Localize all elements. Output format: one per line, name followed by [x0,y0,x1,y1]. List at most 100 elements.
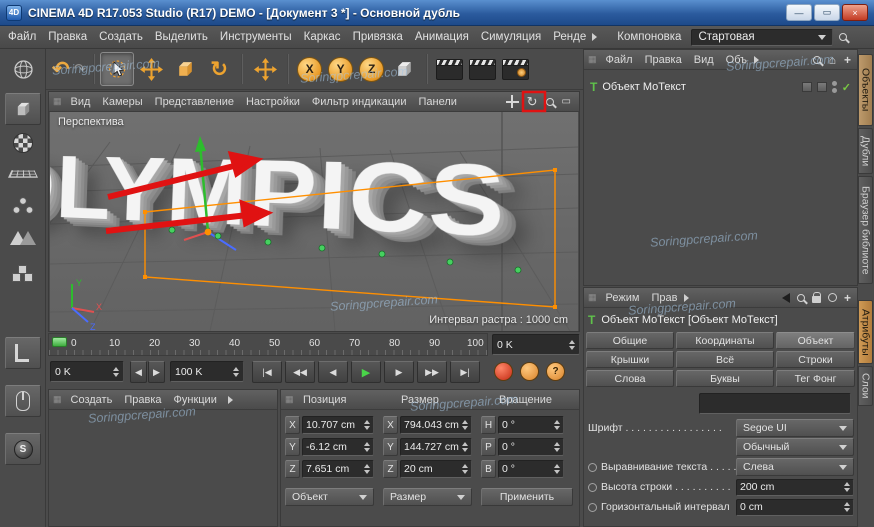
history-back-icon[interactable] [782,293,790,303]
om-menu-file[interactable]: Файл [601,54,638,66]
step-forward-button[interactable]: ▶ [148,361,165,383]
spinner-arrows-icon[interactable] [361,420,370,430]
text-input[interactable] [699,393,851,414]
align-select[interactable]: Слева [736,458,854,476]
model-mode-button[interactable] [0,93,46,125]
spinner-arrows-icon[interactable] [841,502,850,512]
menu-edit[interactable]: Правка [42,31,93,43]
visibility-dots-icon[interactable] [832,81,837,93]
spinner-arrows-icon[interactable] [551,442,560,452]
tab-coordinates[interactable]: Координаты [676,332,774,349]
step-back-button[interactable]: ◀ [130,361,147,383]
minimize-button[interactable]: — [786,4,812,21]
side-tab-layers[interactable]: Слои [858,366,873,406]
polygons-mode-button[interactable] [0,265,46,283]
spinner-arrows-icon[interactable] [459,442,468,452]
menu-render[interactable]: Ренде [547,31,592,43]
hspace-field[interactable]: 0 cm [736,499,854,516]
playhead-marker[interactable] [52,337,67,347]
range-start-field[interactable]: 0 K [50,361,124,382]
add-icon[interactable]: + [844,53,851,67]
close-button[interactable]: × [842,4,868,21]
apply-button[interactable]: Применить [481,488,573,506]
last-used-tool[interactable] [248,52,282,86]
viewport-menu-cameras[interactable]: Камеры [97,96,147,108]
viewport-canvas[interactable]: OLYMPICS Y X [50,112,578,331]
points-mode-button[interactable] [0,197,46,215]
font-style-select[interactable]: Обычный [736,438,854,456]
side-tab-browser[interactable]: Браузер библиоте [858,176,873,284]
coordinate-system-button[interactable] [387,52,421,86]
viewport-menu-view[interactable]: Вид [66,96,96,108]
tab-basic[interactable]: Общие [586,332,674,349]
viewport-menu-panel[interactable]: Панели [413,96,461,108]
viewport-menu-display[interactable]: Представление [150,96,239,108]
spinner-arrows-icon[interactable] [566,340,575,350]
undo-button[interactable]: ↶ [52,57,70,82]
axis-mode-button[interactable] [0,337,46,369]
menu-overflow-arrow-icon[interactable] [592,33,597,41]
keyframe-dot-icon[interactable] [588,503,597,512]
lock-z-axis-button[interactable]: Z [359,57,384,82]
previous-frame-button[interactable]: ◀ [318,361,348,383]
edit-menu[interactable]: Правка [119,394,166,406]
maximize-button[interactable]: ▭ [814,4,840,21]
lock-y-axis-button[interactable]: Y [328,57,353,82]
menu-tools[interactable]: Инструменты [214,31,298,43]
track-icon[interactable] [828,293,837,302]
spinner-arrows-icon[interactable] [551,420,560,430]
grip-icon[interactable]: ▦ [53,394,62,405]
viewport-menu-options[interactable]: Настройки [241,96,305,108]
tab-object[interactable]: Объект [776,332,855,349]
camera-rotate-icon[interactable]: ↻ [527,97,538,107]
spinner-arrows-icon[interactable] [551,464,560,474]
add-icon[interactable]: + [844,291,851,305]
tab-phong[interactable]: Тег Фонг [776,370,855,387]
font-select[interactable]: Segoe UI [736,419,854,437]
camera-zoom-icon[interactable] [546,98,554,106]
timeline-ruler[interactable]: 0 10 20 30 40 50 60 70 80 90 100 [48,333,488,356]
tab-all[interactable]: Всё [676,351,774,368]
lock-icon[interactable] [812,296,821,303]
enabled-check-icon[interactable]: ✓ [842,81,851,94]
layer-toggle-icon[interactable] [817,82,827,92]
spinner-arrows-icon[interactable] [459,464,468,474]
search-icon[interactable] [813,56,821,64]
rotation-h-field[interactable]: 0 ° [498,416,564,434]
search-icon[interactable] [797,294,805,302]
menu-select[interactable]: Выделить [149,31,214,43]
tab-letters[interactable]: Буквы [676,370,774,387]
size-z-field[interactable]: 20 cm [400,460,472,478]
side-tab-objects[interactable]: Объекты [858,54,873,126]
object-row-motext[interactable]: T Объект МоТекст ✓ [590,78,851,96]
layer-toggle-icon[interactable] [802,82,812,92]
texture-mode-button[interactable] [0,133,46,153]
position-z-field[interactable]: 7.651 cm [302,460,374,478]
menu-layout[interactable]: Компоновка [611,31,687,43]
size-y-field[interactable]: 144.727 cm [400,438,472,456]
spinner-arrows-icon[interactable] [841,482,850,492]
menu-overflow-arrow-icon[interactable] [228,396,233,404]
workplane-mode-button[interactable] [0,167,46,180]
spinner-arrows-icon[interactable] [110,367,119,377]
menu-overflow-arrow-icon[interactable] [754,56,759,64]
keyframe-dot-icon[interactable] [588,463,597,472]
scale-tool[interactable] [168,52,202,86]
world-mode-button[interactable] [0,59,46,80]
previous-key-button[interactable]: ◀◀ [285,361,315,383]
object-label[interactable]: Объект МоТекст [602,81,686,93]
render-picture-viewer-button[interactable] [469,59,496,80]
toggle-view-icon[interactable]: ▭ [562,96,571,107]
create-menu[interactable]: Создать [66,394,118,406]
tab-lines[interactable]: Строки [776,351,855,368]
spinner-arrows-icon[interactable] [230,367,239,377]
range-end-field[interactable]: 100 K [170,361,244,382]
grip-icon[interactable]: ▦ [53,96,62,107]
spinner-arrows-icon[interactable] [361,442,370,452]
next-key-button[interactable]: ▶▶ [417,361,447,383]
am-menu-mode[interactable]: Режим [601,292,645,304]
autokey-button[interactable] [520,362,539,381]
om-menu-edit[interactable]: Правка [640,54,687,66]
current-frame-field[interactable]: 0 K [492,334,580,355]
move-tool[interactable] [134,52,168,86]
